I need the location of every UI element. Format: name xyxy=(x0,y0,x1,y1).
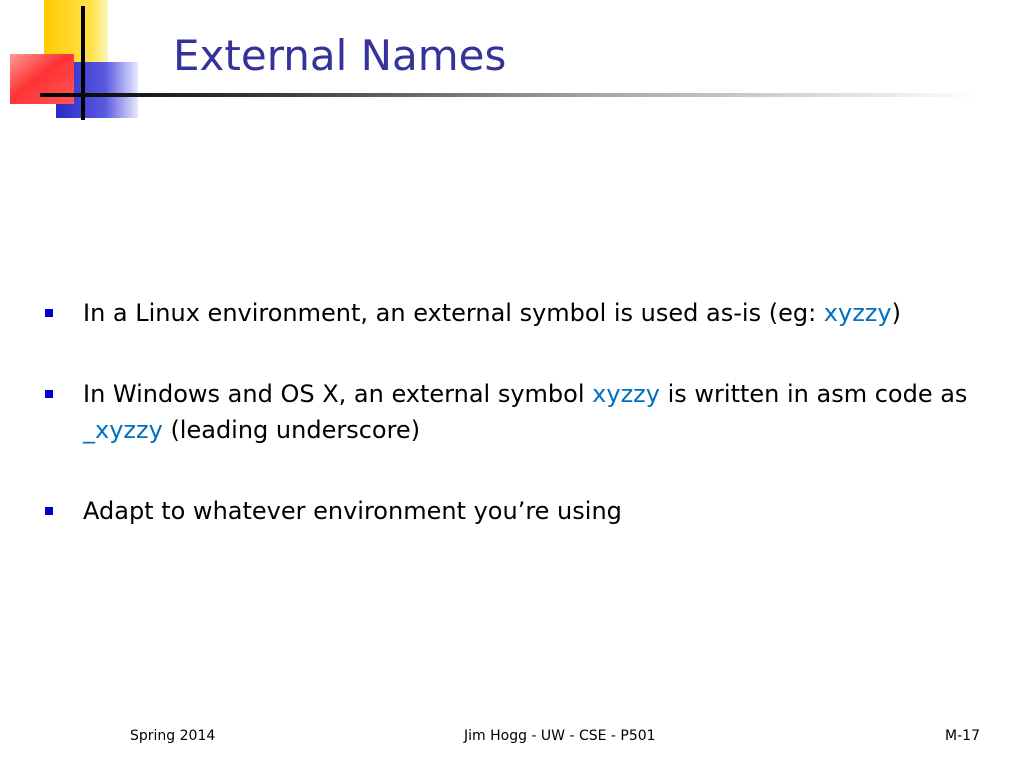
code-symbol-underscore: _xyzzy xyxy=(83,416,163,444)
bullet-item-linux: In a Linux environment, an external symb… xyxy=(45,295,985,331)
footer-date: Spring 2014 xyxy=(130,728,216,744)
bullet-text: is written in asm code as xyxy=(659,380,968,408)
slide-title: External Names xyxy=(173,31,507,80)
bullet-text: ) xyxy=(891,299,901,327)
bullet-text: (leading underscore) xyxy=(162,416,421,444)
slide-number: M-17 xyxy=(945,728,980,744)
title-underline xyxy=(40,93,980,97)
code-symbol: xyzzy xyxy=(823,299,892,327)
bullet-text: Adapt to whatever environment you’re usi… xyxy=(83,497,622,525)
bullet-item-windows-osx: In Windows and OS X, an external symbol … xyxy=(45,376,985,448)
decorative-squares-logo-icon xyxy=(10,0,138,120)
bullet-text: In a Linux environment, an external symb… xyxy=(83,299,824,327)
footer-author: Jim Hogg - UW - CSE - P501 xyxy=(464,728,656,744)
square-bullet-icon xyxy=(45,309,53,317)
square-bullet-icon xyxy=(45,507,53,515)
code-symbol: xyzzy xyxy=(592,380,660,408)
bullet-text: In Windows and OS X, an external symbol xyxy=(83,380,593,408)
bullet-list: In a Linux environment, an external symb… xyxy=(45,295,985,574)
square-bullet-icon xyxy=(45,390,53,398)
bullet-item-adapt: Adapt to whatever environment you’re usi… xyxy=(45,493,985,529)
